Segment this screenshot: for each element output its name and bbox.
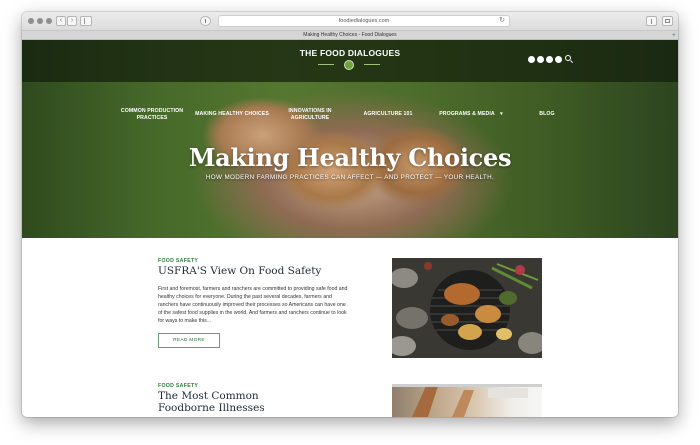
- logo-emblem: [310, 60, 390, 70]
- tab-bar: Making Healthy Choices - Food Dialogues …: [22, 31, 678, 40]
- read-more-button[interactable]: READ MORE: [158, 333, 220, 348]
- nav-item-blog[interactable]: BLOG: [530, 111, 564, 118]
- reload-icon[interactable]: ↻: [499, 16, 505, 26]
- new-tab-icon[interactable]: +: [672, 31, 676, 40]
- hero-banner: THE FOOD DIALOGUES COMMON PRODUCTION PRA…: [22, 40, 678, 238]
- shield-icon[interactable]: [200, 16, 211, 26]
- close-window-button[interactable]: [28, 18, 34, 24]
- back-icon[interactable]: ‹: [56, 16, 66, 26]
- site-logo[interactable]: THE FOOD DIALOGUES: [22, 48, 678, 58]
- article-image-processing[interactable]: [392, 384, 542, 417]
- sidebar-icon[interactable]: [80, 16, 92, 26]
- twitter-icon[interactable]: [537, 56, 544, 63]
- youtube-icon[interactable]: [555, 56, 562, 63]
- nav-item-innovations[interactable]: INNOVATIONS IN AGRICULTURE: [274, 108, 346, 122]
- nav-label: COMMON PRODUCTION PRACTICES: [120, 108, 184, 121]
- grill-photo: [392, 258, 542, 358]
- share-icon[interactable]: [646, 16, 657, 26]
- forward-icon[interactable]: ›: [67, 16, 77, 26]
- browser-toolbar: ‹ › foodiedialogues.com ↻: [22, 12, 678, 31]
- article-title[interactable]: USFRA'S View On Food Safety: [158, 265, 358, 277]
- chevron-down-icon: ▾: [500, 111, 503, 117]
- article-category[interactable]: FOOD SAFETY: [158, 258, 198, 264]
- nav-item-common-production[interactable]: COMMON PRODUCTION PRACTICES: [114, 108, 190, 122]
- search-icon[interactable]: [565, 55, 571, 61]
- facebook-icon[interactable]: [528, 56, 535, 63]
- nav-label: BLOG: [539, 111, 555, 117]
- url-text: foodiedialogues.com: [338, 18, 390, 24]
- article-title[interactable]: The Most Common Foodborne Illnesses: [158, 390, 268, 414]
- tabs-icon[interactable]: [662, 16, 673, 26]
- hero-subtitle: HOW MODERN FARMING PRACTICES CAN AFFECT …: [205, 174, 495, 181]
- pinterest-icon[interactable]: [546, 56, 553, 63]
- article-category[interactable]: FOOD SAFETY: [158, 383, 198, 389]
- active-tab-title[interactable]: Making Healthy Choices - Food Dialogues: [303, 32, 396, 38]
- article-excerpt: First and foremost, farmers and ranchers…: [158, 286, 348, 324]
- processing-photo: [392, 384, 542, 417]
- browser-window: ‹ › foodiedialogues.com ↻ Making Healthy…: [22, 12, 678, 417]
- nav-label: PROGRAMS & MEDIA: [439, 111, 495, 117]
- minimize-window-button[interactable]: [37, 18, 43, 24]
- nav-item-agriculture-101[interactable]: AGRICULTURE 101: [357, 111, 419, 118]
- nav-label: INNOVATIONS IN AGRICULTURE: [288, 108, 332, 121]
- zoom-window-button[interactable]: [46, 18, 52, 24]
- hero-title: Making Healthy Choices: [188, 143, 512, 172]
- article-image-grilled-food[interactable]: [392, 258, 542, 358]
- nav-item-healthy-choices[interactable]: MAKING HEALTHY CHOICES: [192, 111, 272, 118]
- nav-item-programs-media[interactable]: PROGRAMS & MEDIA ▾: [432, 111, 510, 118]
- nav-label: MAKING HEALTHY CHOICES: [195, 111, 269, 117]
- nav-label: AGRICULTURE 101: [363, 111, 413, 117]
- address-bar[interactable]: foodiedialogues.com ↻: [218, 15, 510, 27]
